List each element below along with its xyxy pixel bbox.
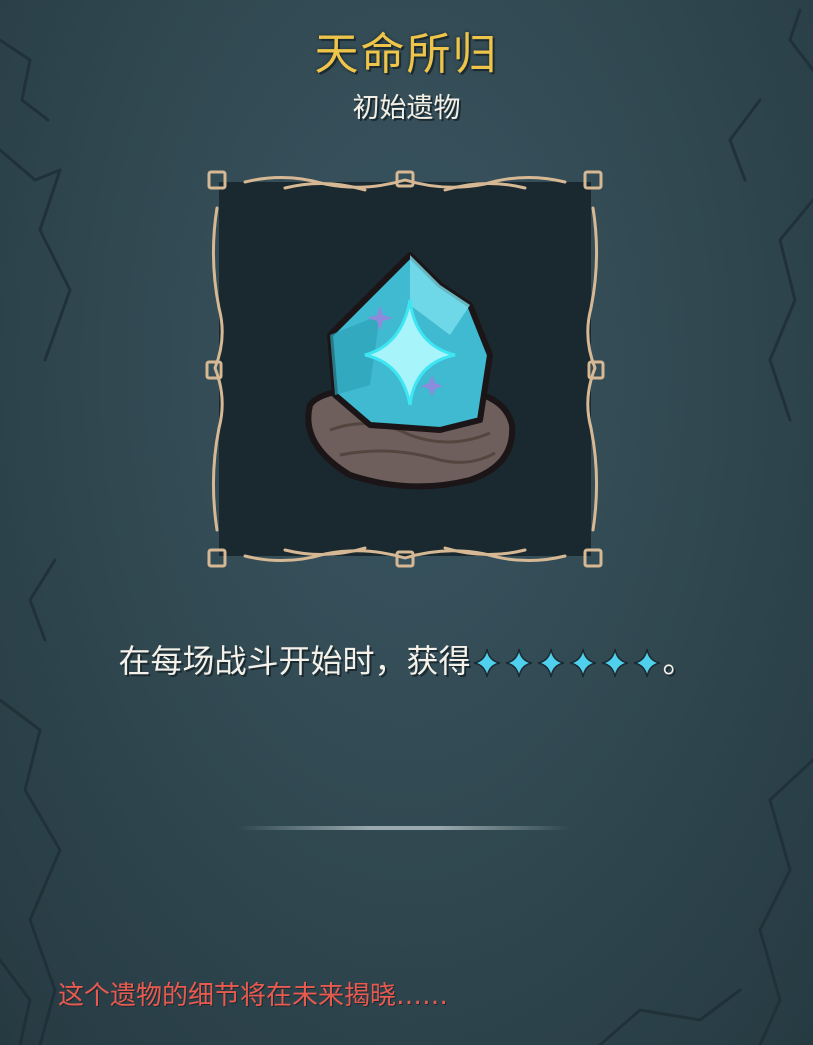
blue-crystal-relic-icon — [305, 252, 516, 490]
relic-description: 在每场战斗开始时，获得 。 — [0, 636, 813, 682]
energy-star-icon — [537, 648, 564, 678]
relic-name: 天命所归 — [314, 29, 499, 80]
energy-star-icon — [569, 648, 596, 678]
description-suffix: 。 — [662, 642, 695, 680]
energy-star-icon — [505, 648, 532, 678]
energy-star-icon — [633, 648, 660, 678]
energy-star-icon — [601, 648, 628, 678]
relic-detail-screen: 天命所归 初始遗物 在每场战斗开始时，获得 。 这个遗物的细节将在未来揭晓…… — [0, 0, 813, 1045]
description-prefix: 在每场战斗开始时，获得 — [118, 642, 471, 680]
energy-icons — [471, 642, 663, 678]
energy-star-icon — [473, 648, 500, 678]
future-details-note: 这个遗物的细节将在未来揭晓…… — [58, 981, 449, 1011]
divider — [238, 826, 570, 830]
relic-rarity: 初始遗物 — [352, 93, 461, 124]
